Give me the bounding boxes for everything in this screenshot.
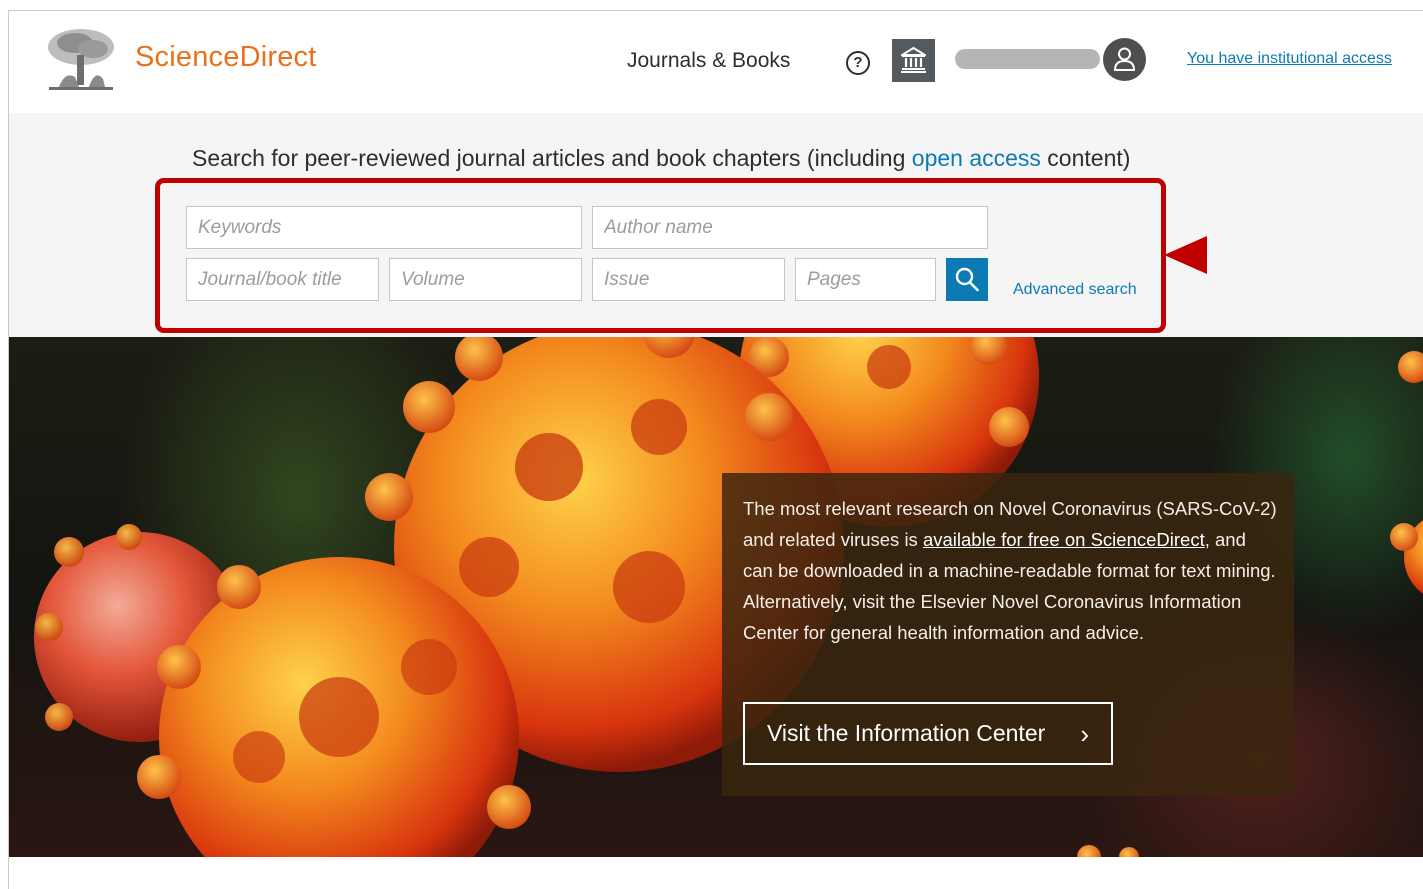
info-text-part-3: Alternatively, visit the Elsevier Novel …	[743, 591, 1242, 643]
visit-information-center-button[interactable]: Visit the Information Center ›	[743, 702, 1113, 765]
pages-input[interactable]	[795, 258, 936, 301]
visit-button-label: Visit the Information Center	[767, 720, 1046, 746]
search-button[interactable]	[946, 258, 988, 301]
search-heading-suffix: content)	[1040, 145, 1131, 171]
brand-name[interactable]: ScienceDirect	[135, 41, 317, 74]
hero-banner: The most relevant research on Novel Coro…	[9, 337, 1423, 857]
issue-input[interactable]	[592, 258, 785, 301]
nav-journals-books[interactable]: Journals & Books	[627, 49, 790, 73]
user-name-redacted[interactable]	[955, 49, 1100, 69]
volume-input[interactable]	[389, 258, 582, 301]
journal-book-title-input[interactable]	[186, 258, 379, 301]
search-icon	[955, 267, 979, 292]
site-header: ScienceDirect Journals & Books ? You hav…	[9, 11, 1423, 113]
available-free-link[interactable]: available for free on ScienceDirect	[923, 529, 1205, 550]
elsevier-tree-logo[interactable]	[45, 27, 117, 93]
search-heading-prefix: Search for peer-reviewed journal article…	[192, 145, 912, 171]
open-access-link[interactable]: open access	[912, 145, 1041, 171]
keywords-input[interactable]	[186, 206, 582, 249]
info-panel: The most relevant research on Novel Coro…	[722, 473, 1294, 796]
search-heading: Search for peer-reviewed journal article…	[192, 145, 1130, 172]
institution-icon[interactable]	[892, 39, 935, 82]
info-text: The most relevant research on Novel Coro…	[743, 493, 1278, 648]
chevron-right-icon: ›	[1080, 719, 1089, 749]
help-icon[interactable]: ?	[846, 51, 870, 75]
search-section: Search for peer-reviewed journal article…	[9, 113, 1423, 337]
advanced-search-link[interactable]: Advanced search	[1013, 281, 1137, 299]
author-name-input[interactable]	[592, 206, 988, 249]
user-avatar-icon[interactable]	[1103, 38, 1146, 81]
annotation-arrow-icon	[1164, 236, 1207, 274]
institutional-access-link[interactable]: You have institutional access	[1187, 50, 1392, 68]
